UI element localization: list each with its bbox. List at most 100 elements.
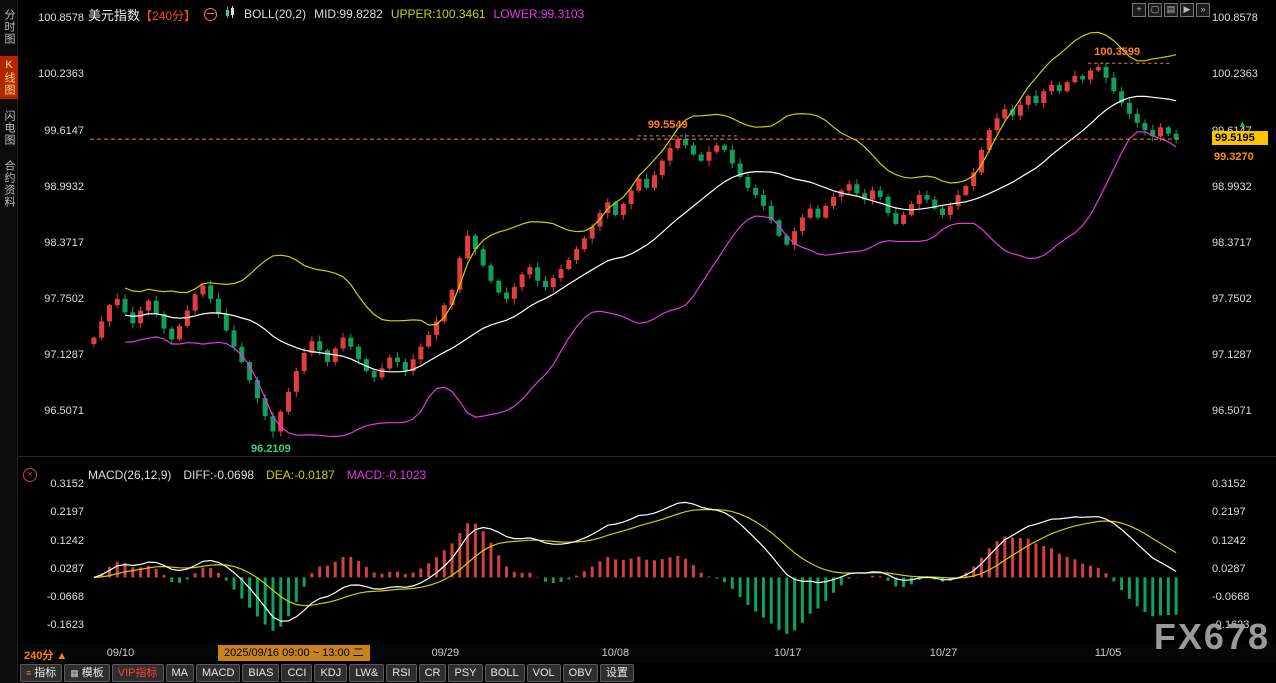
tab-ma[interactable]: MA bbox=[166, 664, 195, 682]
date-label-0929: 09/29 bbox=[425, 647, 465, 659]
high-price-label: 100.3599 bbox=[1094, 46, 1140, 58]
macd-axis-label: -0.1623 bbox=[36, 619, 84, 631]
tab-settings[interactable]: 设置 bbox=[600, 664, 634, 682]
tab-templates-label: 模板 bbox=[82, 666, 104, 680]
tab-vol[interactable]: VOL bbox=[527, 664, 561, 682]
tab-cr[interactable]: CR bbox=[419, 664, 447, 682]
price-axis-label: 97.7502 bbox=[36, 293, 84, 305]
price-axis-label: 96.5071 bbox=[1212, 405, 1270, 417]
tab-cci[interactable]: CCI bbox=[281, 664, 312, 682]
tab-contract-info[interactable]: 合约资料 bbox=[0, 157, 18, 211]
tab-vip-indicators[interactable]: VIP指标 bbox=[112, 664, 164, 682]
price-axis-label: 98.3717 bbox=[1212, 237, 1270, 249]
macd-axis-label: 0.2197 bbox=[1212, 506, 1270, 518]
macd-axis-label: 0.1242 bbox=[1212, 535, 1270, 547]
tab-kdj[interactable]: KDJ bbox=[314, 664, 347, 682]
price-axis-label: 98.3717 bbox=[36, 237, 84, 249]
window-mode-button[interactable]: ▢ bbox=[1148, 3, 1162, 17]
close-indicator-icon[interactable]: × bbox=[23, 468, 37, 482]
macd-canvas[interactable] bbox=[18, 457, 1276, 645]
bottom-toolbar: ≡指标▦模板VIP指标MAMACDBIASCCIKDJLW&RSICRPSYBO… bbox=[18, 663, 1276, 683]
kline-mini-icon bbox=[225, 6, 236, 22]
tab-lw-label: LW& bbox=[355, 666, 378, 680]
price-axis-label: 99.6147 bbox=[36, 125, 84, 137]
tab-ma-label: MA bbox=[172, 666, 189, 680]
macd-dea-value: DEA:-0.0187 bbox=[266, 468, 335, 482]
price-axis-label: 100.2363 bbox=[1212, 68, 1270, 80]
macd-macd-value: MACD:-0.1023 bbox=[347, 468, 426, 482]
period-label[interactable]: 240分 ▲ bbox=[24, 647, 67, 663]
tab-templates-icon: ▦ bbox=[70, 666, 79, 680]
price-axis-label: 98.9932 bbox=[36, 181, 84, 193]
date-label-1017: 10/17 bbox=[768, 647, 808, 659]
date-label-1105: 11/05 bbox=[1088, 647, 1128, 659]
collapse-icon[interactable] bbox=[204, 8, 217, 21]
price-axis-label: 100.2363 bbox=[36, 68, 84, 80]
tab-obv[interactable]: OBV bbox=[563, 664, 598, 682]
price-axis-label: 97.1287 bbox=[1212, 349, 1270, 361]
tab-bias-label: BIAS bbox=[248, 666, 273, 680]
tab-lw[interactable]: LW& bbox=[349, 664, 384, 682]
price-axis-label: 97.7502 bbox=[1212, 293, 1270, 305]
tab-settings-label: 设置 bbox=[606, 666, 628, 680]
macd-axis-label: -0.0668 bbox=[36, 591, 84, 603]
boll-upper-value: UPPER:100.3461 bbox=[391, 7, 486, 21]
price-axis-label: 100.8578 bbox=[36, 12, 84, 24]
tab-templates[interactable]: ▦模板 bbox=[64, 664, 110, 682]
secondary-price-label: 99.3270 bbox=[1214, 151, 1254, 163]
watermark: FX678 bbox=[1154, 616, 1270, 658]
selected-range-label: 2025/09/16 09:00 ~ 13:00 二 bbox=[218, 645, 370, 661]
price-axis-label: 96.5071 bbox=[36, 405, 84, 417]
macd-panel: × MACD(26,12,9) DIFF:-0.0698 DEA:-0.0187… bbox=[18, 456, 1276, 645]
symbol-title: 美元指数【240分】 bbox=[88, 5, 196, 24]
macd-axis-label: 0.3152 bbox=[1212, 478, 1270, 490]
tab-bias[interactable]: BIAS bbox=[242, 664, 279, 682]
symbol-name: 美元指数 bbox=[88, 8, 140, 23]
price-axis-label: 98.9932 bbox=[1212, 181, 1270, 193]
macd-title: MACD(26,12,9) bbox=[88, 468, 171, 482]
tab-boll-label: BOLL bbox=[491, 666, 519, 680]
time-axis-bar: 240分 ▲ 2025/09/16 09:00 ~ 13:00 二 09/10 0… bbox=[18, 644, 1276, 664]
tab-kdj-label: KDJ bbox=[320, 666, 341, 680]
boll-mid-value: MID:99.8282 bbox=[314, 7, 383, 21]
macd-axis-label: 0.2197 bbox=[36, 506, 84, 518]
tab-cci-label: CCI bbox=[287, 666, 306, 680]
zoom-in-button[interactable]: + bbox=[1132, 3, 1146, 17]
period-up-arrow-icon: ▲ bbox=[56, 650, 67, 662]
period-tag: 【240分】 bbox=[140, 9, 196, 23]
date-label-1008: 10/08 bbox=[595, 647, 635, 659]
price-chart-panel: 100.8578 100.8578 100.2363 100.2363 99.6147 9… bbox=[18, 0, 1276, 456]
price-up-arrow-icon: ▲ bbox=[1238, 119, 1247, 129]
macd-header: MACD(26,12,9) DIFF:-0.0698 DEA:-0.0187 M… bbox=[88, 468, 426, 482]
peak-price-label: 99.5549 bbox=[648, 119, 688, 131]
macd-axis-label: 0.1242 bbox=[36, 535, 84, 547]
tab-indicators-label: 指标 bbox=[34, 666, 56, 680]
price-axis-label: 97.1287 bbox=[36, 349, 84, 361]
boll-label: BOLL(20,2) bbox=[244, 7, 306, 21]
current-price-label: 99.5195 bbox=[1212, 131, 1268, 145]
tab-indicators-icon: ≡ bbox=[26, 666, 31, 680]
price-chart-canvas[interactable] bbox=[18, 0, 1276, 456]
tab-vip-indicators-label: VIP指标 bbox=[118, 666, 158, 680]
step-forward-button[interactable]: » bbox=[1196, 3, 1210, 17]
tab-boll[interactable]: BOLL bbox=[485, 664, 525, 682]
macd-axis-label: 0.0287 bbox=[1212, 563, 1270, 575]
tab-macd[interactable]: MACD bbox=[196, 664, 240, 682]
macd-axis-label: -0.0668 bbox=[1212, 591, 1270, 603]
price-axis-label: 100.8578 bbox=[1212, 12, 1270, 24]
left-sidebar: 分时图 K线图闪电图合约资料 bbox=[0, 0, 18, 683]
grid-layout-button[interactable]: ▤ bbox=[1164, 3, 1178, 17]
date-label-0910: 09/10 bbox=[101, 647, 141, 659]
tab-rsi[interactable]: RSI bbox=[386, 664, 416, 682]
boll-lower-value: LOWER:99.3103 bbox=[494, 7, 585, 21]
macd-diff-value: DIFF:-0.0698 bbox=[183, 468, 254, 482]
macd-axis-label: 0.3152 bbox=[36, 478, 84, 490]
window-controls: +▢▤▶» bbox=[1132, 3, 1210, 17]
tab-kline-chart[interactable]: K线图 bbox=[0, 56, 18, 99]
tab-tick-chart[interactable]: 闪电图 bbox=[0, 107, 18, 149]
play-button[interactable]: ▶ bbox=[1180, 3, 1194, 17]
top-header: 美元指数【240分】 BOLL(20,2) MID:99.8282 UPPER:… bbox=[88, 4, 584, 24]
tab-time-chart[interactable]: 分时图 bbox=[0, 6, 18, 48]
tab-psy[interactable]: PSY bbox=[448, 664, 482, 682]
tab-indicators[interactable]: ≡指标 bbox=[20, 664, 62, 682]
